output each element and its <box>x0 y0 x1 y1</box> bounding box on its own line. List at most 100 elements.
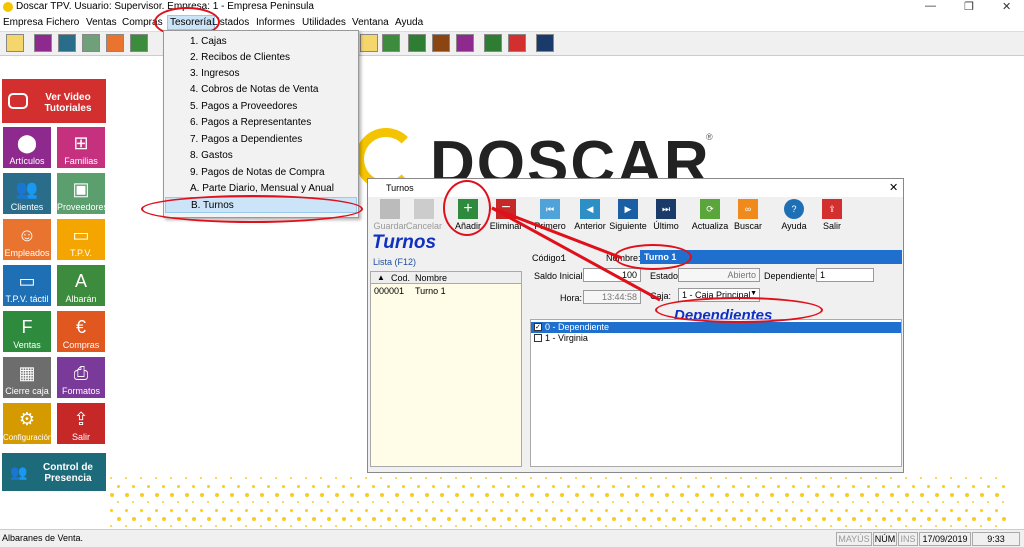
menu-fichero[interactable]: Fichero <box>46 17 79 28</box>
background-dot <box>207 501 209 503</box>
menu-item-cajas[interactable]: 1. Cajas <box>165 34 357 50</box>
minimize-icon[interactable]: — <box>925 0 936 12</box>
col-nombre[interactable]: Nombre <box>415 273 447 283</box>
articulos-icon[interactable] <box>34 34 52 52</box>
phone-icon[interactable] <box>432 34 450 52</box>
listados-icon[interactable] <box>360 34 378 52</box>
background-dot <box>215 493 219 497</box>
cancelar-button[interactable]: Cancelar <box>402 199 446 235</box>
background-dot <box>500 493 504 497</box>
tile-empleados[interactable]: ☺ Empleados <box>2 218 52 261</box>
background-dot <box>852 501 854 503</box>
new-doc-icon[interactable] <box>6 34 24 52</box>
background-dot <box>575 477 577 479</box>
tile-familias[interactable]: ⊞ Familias <box>56 126 106 169</box>
tile-tpv-tactil[interactable]: ▭ T.P.V. táctil <box>2 264 52 307</box>
exit-icon[interactable] <box>508 34 526 52</box>
background-dot <box>875 509 878 512</box>
tile-salir[interactable]: ⇪ Salir <box>56 402 106 445</box>
control-presencia-button[interactable]: 👥 Control de Presencia <box>2 453 106 491</box>
video-tutorials-button[interactable]: Ver Video Tutoriales <box>2 79 106 123</box>
checkbox-icon[interactable] <box>534 334 542 342</box>
menu-item-ingresos[interactable]: 3. Ingresos <box>165 66 357 82</box>
checkbox-checked-icon[interactable]: ✓ <box>534 323 542 331</box>
logo-registered: ® <box>706 132 713 142</box>
tile-compras[interactable]: € Compras <box>56 310 106 353</box>
tile-configuracion[interactable]: ⚙ Configuración <box>2 402 52 445</box>
background-dot <box>762 501 764 503</box>
background-dot <box>455 525 457 527</box>
empleados-icon[interactable] <box>106 34 124 52</box>
background-dot <box>125 509 128 512</box>
background-dot <box>132 501 134 503</box>
col-cod[interactable]: Cod. <box>391 273 410 283</box>
monitor-icon: ▭ <box>72 225 90 245</box>
menu-item-pagos-notas-compra[interactable]: 9. Pagos de Notas de Compra <box>165 165 357 181</box>
salir-button[interactable]: ⇪ Salir <box>810 199 854 235</box>
background-dot <box>545 525 547 527</box>
dialog-close-icon[interactable]: ✕ <box>889 181 898 194</box>
tile-tpv[interactable]: ▭ T.P.V. <box>56 218 106 261</box>
menu-ventana[interactable]: Ventana <box>352 17 389 28</box>
background-dot <box>395 525 397 527</box>
menu-utilidades[interactable]: Utilidades <box>302 17 346 28</box>
tile-cierre-caja[interactable]: ▦ Cierre caja <box>2 356 52 399</box>
menu-ventas[interactable]: Ventas <box>86 17 117 28</box>
menu-item-cobros-notas-venta[interactable]: 4. Cobros de Notas de Venta <box>165 82 357 98</box>
background-dot <box>882 485 885 488</box>
background-dot <box>912 517 916 521</box>
restore-icon[interactable]: ❐ <box>964 0 974 13</box>
background-dot <box>597 501 599 503</box>
menu-informes[interactable]: Informes <box>256 17 295 28</box>
tile-albaran[interactable]: A Albarán <box>56 264 106 307</box>
menu-item-pagos-proveedores[interactable]: 5. Pagos a Proveedores <box>165 99 357 115</box>
tools-icon[interactable] <box>536 34 554 52</box>
background-dot <box>710 477 712 479</box>
background-dot <box>402 517 406 521</box>
tile-clientes[interactable]: 👥 Clientes <box>2 172 52 215</box>
dependiente-input[interactable]: 1 <box>816 268 874 282</box>
background-dot <box>365 509 368 512</box>
tile-proveedores[interactable]: ▣ Proveedores <box>56 172 108 215</box>
menu-item-pagos-dependientes[interactable]: 7. Pagos a Dependientes <box>165 132 357 148</box>
list-item[interactable]: ✓ 0 - Dependiente <box>531 322 901 333</box>
background-dot <box>867 485 870 488</box>
tile-ventas[interactable]: F Ventas <box>2 310 52 353</box>
gears-icon: ⚙ <box>18 409 36 429</box>
config-icon[interactable] <box>408 34 426 52</box>
background-dot <box>995 493 999 497</box>
background-dot <box>792 501 794 503</box>
background-dot <box>537 501 539 503</box>
menu-empresa[interactable]: Empresa <box>3 17 43 28</box>
background-dot <box>515 477 517 479</box>
menu-item-gastos[interactable]: 8. Gastos <box>165 148 357 164</box>
background-dot <box>485 477 487 479</box>
background-dot <box>425 525 427 527</box>
tile-formatos[interactable]: ⎙ Formatos <box>56 356 106 399</box>
menu-item-pagos-representantes[interactable]: 6. Pagos a Representantes <box>165 115 357 131</box>
ventas-icon[interactable] <box>130 34 148 52</box>
background-dot <box>410 477 412 479</box>
menu-ayuda[interactable]: Ayuda <box>395 17 423 28</box>
calendar-icon[interactable] <box>456 34 474 52</box>
background-dot <box>590 525 592 527</box>
background-dot <box>402 485 405 488</box>
background-dot <box>125 525 127 527</box>
background-dot <box>725 509 728 512</box>
proveedores-icon[interactable] <box>82 34 100 52</box>
background-dot <box>447 485 450 488</box>
background-dot <box>402 501 404 503</box>
menu-item-recibos-clientes[interactable]: 2. Recibos de Clientes <box>165 50 357 66</box>
list-item[interactable]: 1 - Virginia <box>531 333 901 344</box>
tile-articulos[interactable]: ⬤ Artículos <box>2 126 52 169</box>
background-dot <box>117 485 120 488</box>
clientes-icon[interactable] <box>58 34 76 52</box>
buscar-button[interactable]: ∞ Buscar <box>726 199 770 235</box>
background-dot <box>800 525 802 527</box>
lista-link[interactable]: Lista (F12) <box>373 257 416 267</box>
background-dot <box>162 485 165 488</box>
euro-icon[interactable] <box>382 34 400 52</box>
help-icon[interactable] <box>484 34 502 52</box>
close-icon[interactable]: ✕ <box>1002 0 1011 13</box>
people-icon: 👥 <box>10 464 28 480</box>
